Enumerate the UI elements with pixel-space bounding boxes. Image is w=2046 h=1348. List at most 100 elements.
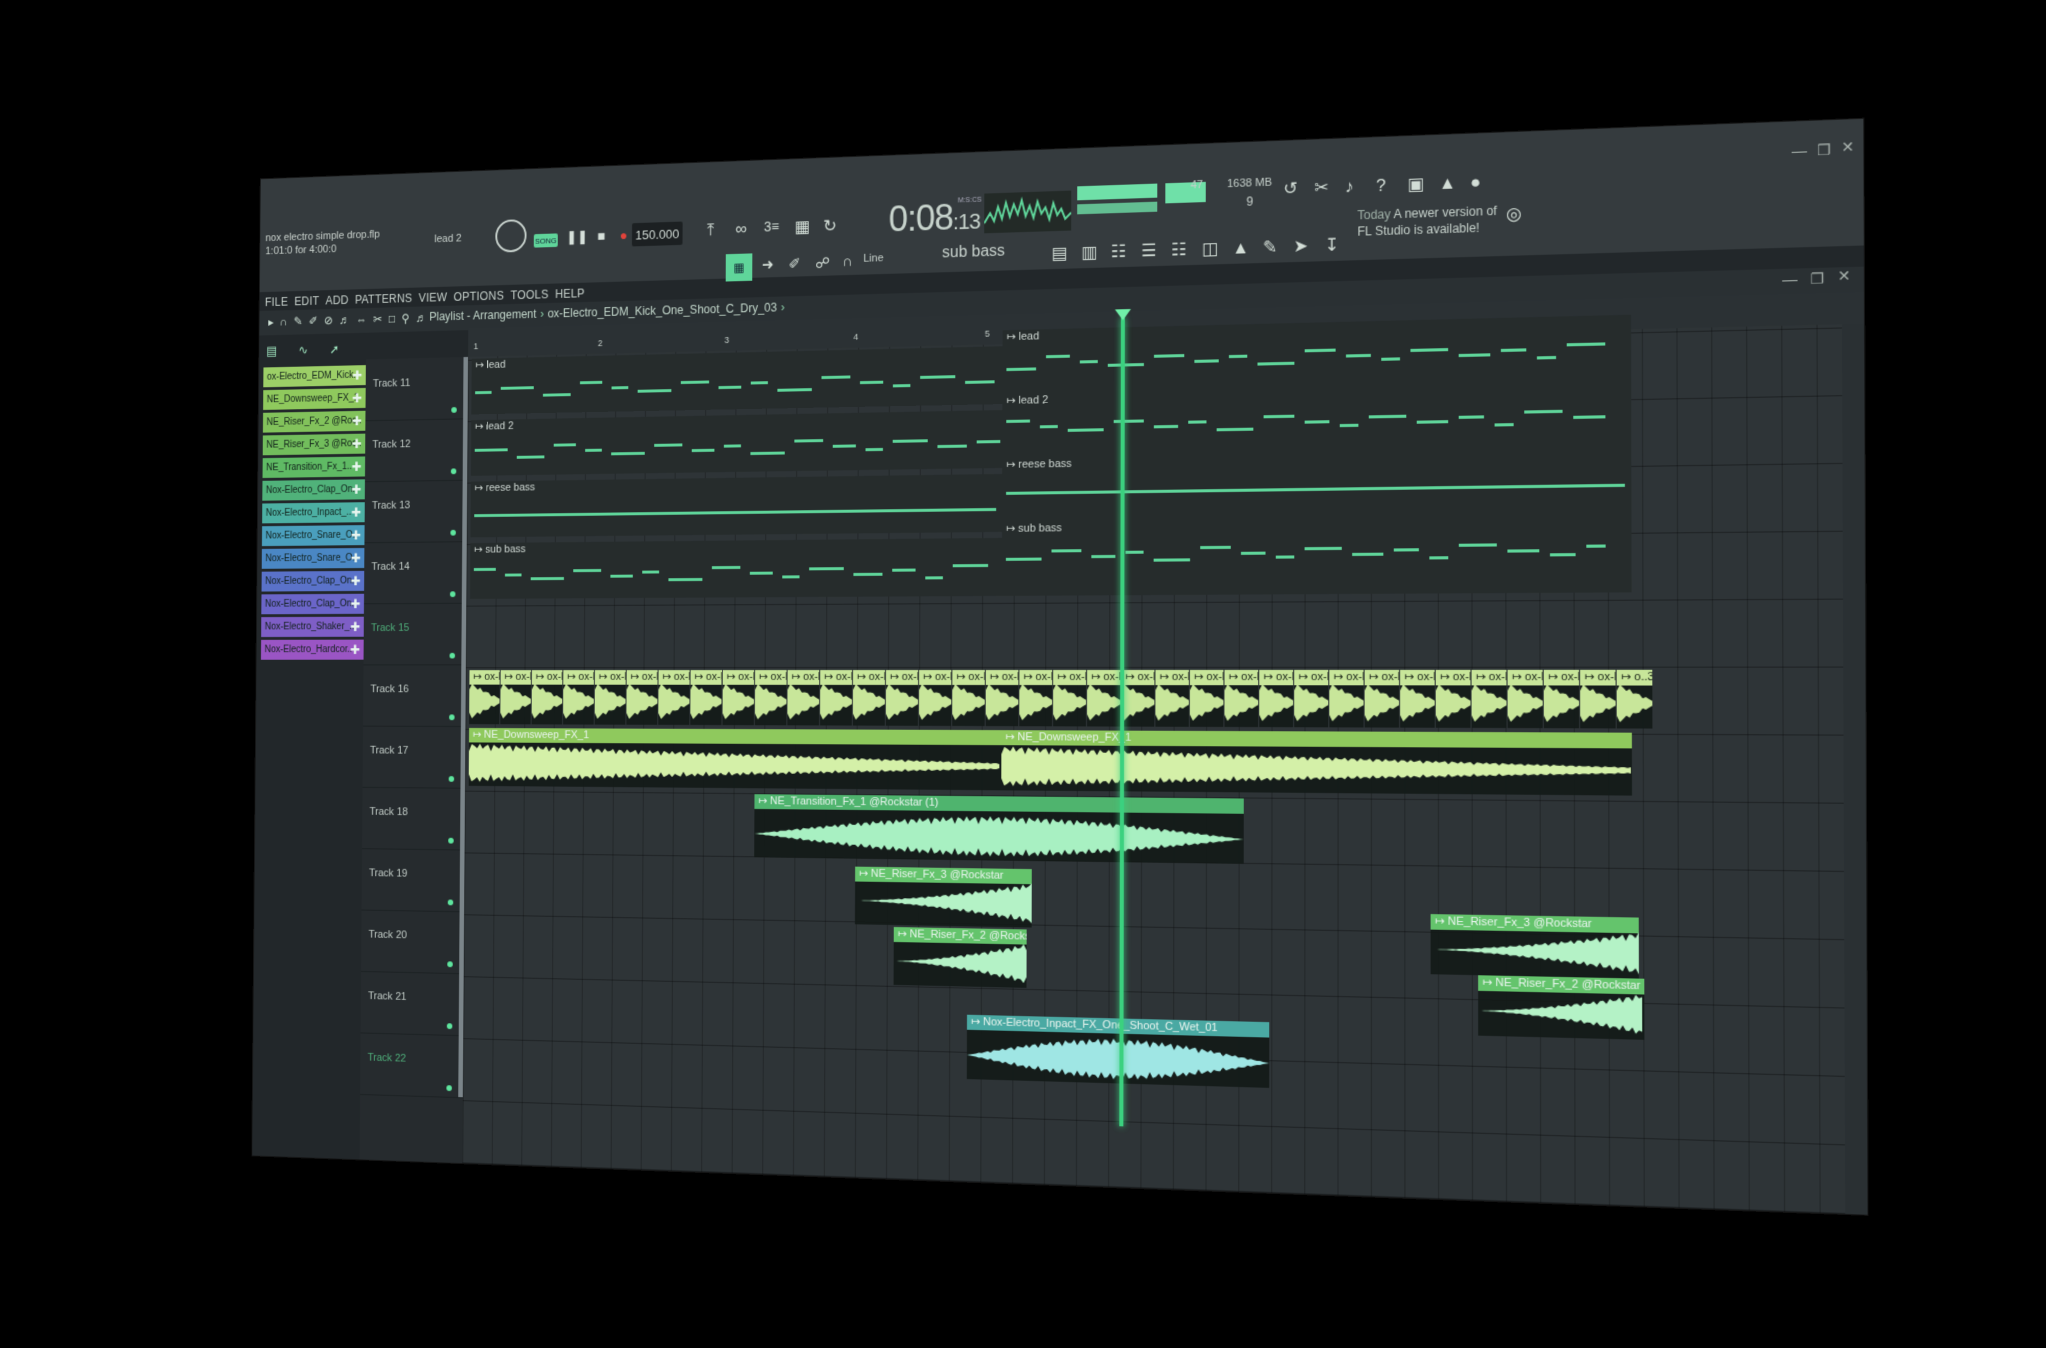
- kick-clip[interactable]: ↦ ox-E: [1435, 669, 1471, 728]
- slip-icon[interactable]: ⇔: [356, 313, 367, 327]
- add-icon[interactable]: ✚: [351, 502, 361, 522]
- track-mute-indicator[interactable]: [446, 1085, 452, 1092]
- close-icon[interactable]: ✕: [1841, 138, 1854, 156]
- kick-clip[interactable]: ↦ ox-E: [1507, 669, 1543, 729]
- riser-clip[interactable]: ↦ NE_Riser_Fx_3 @Rockstar: [1430, 914, 1639, 979]
- picker-audio-icon[interactable]: ∿: [298, 343, 308, 358]
- delete-icon[interactable]: ⊘: [324, 314, 333, 328]
- help-icon[interactable]: ?: [1376, 176, 1386, 197]
- chat-icon[interactable]: ●: [1470, 172, 1481, 193]
- tool-icon[interactable]: ✎: [1263, 237, 1278, 258]
- add-icon[interactable]: ✚: [352, 388, 362, 408]
- playlist-close-icon[interactable]: ✕: [1838, 267, 1851, 285]
- browser-icon[interactable]: ☷: [1171, 240, 1186, 261]
- kick-clip[interactable]: ↦ ox-E: [885, 670, 919, 726]
- kick-clip[interactable]: ↦ ox-E: [1189, 669, 1224, 727]
- kick-clip[interactable]: ↦ ox-E: [1400, 669, 1435, 728]
- playhead-marker-icon[interactable]: [1114, 309, 1131, 321]
- pause-icon[interactable]: ❚❚: [566, 225, 588, 249]
- track-header[interactable]: Track 19: [361, 848, 465, 913]
- track-header[interactable]: Track 11: [365, 356, 469, 422]
- add-icon[interactable]: ✚: [352, 411, 362, 431]
- riser-clip[interactable]: ↦ NE_Riser_Fx_3 @Rockstar: [854, 866, 1032, 928]
- piano-roll-icon[interactable]: ▥: [1081, 243, 1097, 264]
- pattern-clip[interactable]: ↦ lead: [471, 346, 1003, 415]
- menu-edit[interactable]: EDIT: [294, 294, 319, 308]
- wait-icon[interactable]: ∞: [735, 219, 747, 239]
- restore-icon[interactable]: ❐: [1817, 141, 1831, 159]
- kick-clip[interactable]: ↦ ox-E: [985, 669, 1019, 727]
- download-icon[interactable]: ↧: [1324, 235, 1339, 256]
- kick-clip[interactable]: ↦ ox-E: [469, 670, 500, 725]
- add-icon[interactable]: ✚: [352, 365, 362, 385]
- pattern-clip[interactable]: ↦ reese bass: [470, 473, 1003, 538]
- track-mute-indicator[interactable]: [446, 1023, 453, 1030]
- menu-tools[interactable]: TOOLS: [510, 288, 548, 303]
- song-mode-button[interactable]: SONG: [533, 233, 558, 248]
- kick-clip[interactable]: ↦ ox-E: [1019, 669, 1053, 727]
- pattern-clip[interactable]: ↦ sub bass: [470, 537, 1002, 599]
- track-mute-indicator[interactable]: [450, 529, 456, 536]
- picker-item[interactable]: NE_Downsweep_FX_1 ✚: [263, 387, 366, 410]
- picker-automation-icon[interactable]: ➚: [329, 342, 339, 357]
- picker-item[interactable]: Nox-Electro_Hardcor.. ✚: [260, 639, 364, 660]
- track-header[interactable]: Track 15: [363, 602, 467, 666]
- vertical-scrollbar[interactable]: [1841, 323, 1868, 1215]
- kick-clip[interactable]: ↦ ox-E: [626, 670, 658, 725]
- add-icon[interactable]: ✚: [352, 434, 362, 454]
- breadcrumb-clip[interactable]: ox-Electro_EDM_Kick_One_Shoot_C_Dry_03: [547, 301, 777, 321]
- picker-patterns-icon[interactable]: ▤: [266, 344, 277, 359]
- export-icon[interactable]: ▲: [1439, 173, 1457, 194]
- kick-clip[interactable]: ↦ ox-E: [1259, 669, 1294, 728]
- link-icon[interactable]: ☍: [815, 254, 830, 272]
- kick-clip[interactable]: ↦ ox-E: [1121, 669, 1155, 727]
- picker-item[interactable]: Nox-Electro_Snare_O.. ✚: [261, 525, 365, 547]
- kick-clip[interactable]: ↦ ox-E: [1155, 669, 1189, 727]
- speaker-icon[interactable]: ♬: [416, 311, 427, 325]
- kick-clip[interactable]: ↦ ox-E: [1086, 669, 1121, 727]
- step-edit-icon[interactable]: 3≡: [764, 218, 779, 234]
- picker-item[interactable]: Nox-Electro_Clap_On.. ✚: [261, 570, 365, 592]
- menu-add[interactable]: ADD: [325, 293, 348, 307]
- riser-clip[interactable]: ↦ NE_Riser_Fx_2 @Rockstar: [1478, 975, 1645, 1040]
- magnet-icon[interactable]: ∩: [842, 253, 852, 270]
- playlist-icon[interactable]: ▤: [1051, 244, 1067, 264]
- track-header[interactable]: Track 13: [364, 479, 468, 544]
- kick-clip[interactable]: ↦ ox-E: [918, 670, 952, 726]
- record-icon[interactable]: ●: [613, 223, 634, 247]
- picker-item[interactable]: Nox-Electro_Inpact_.. ✚: [262, 502, 365, 524]
- transition-clip[interactable]: ↦ NE_Transition_Fx_1 @Rockstar (1): [754, 794, 1244, 864]
- microphone-icon[interactable]: ♪: [1345, 177, 1354, 198]
- track-header[interactable]: Track 17: [362, 725, 466, 789]
- playlist-view-button[interactable]: ▦: [725, 253, 753, 282]
- picker-item[interactable]: NE_Riser_Fx_3 @Roc.. ✚: [262, 433, 366, 456]
- stop-icon[interactable]: ■: [591, 224, 612, 248]
- globe-icon[interactable]: ◎: [1506, 204, 1522, 225]
- kick-clip[interactable]: ↦ ox-E: [594, 670, 626, 725]
- cut-icon[interactable]: ✂: [1314, 178, 1329, 199]
- kick-clip[interactable]: ↦ ox-E: [658, 670, 690, 725]
- add-icon[interactable]: ✚: [352, 457, 362, 477]
- track-header[interactable]: Track 16: [363, 664, 466, 727]
- brush-icon[interactable]: ✐: [788, 255, 800, 273]
- downsweep-clip[interactable]: ↦ NE_Downsweep_FX_1: [1001, 730, 1632, 796]
- add-icon[interactable]: ✚: [351, 525, 361, 545]
- pattern-selector[interactable]: sub bass: [942, 237, 1040, 268]
- picker-item[interactable]: Nox-Electro_Shaker_.. ✚: [261, 616, 364, 638]
- picker-item[interactable]: ox-Electro_EDM_Kick.. ✚: [263, 365, 366, 388]
- downsweep-clip[interactable]: ↦ NE_Downsweep_FX_1: [468, 727, 1002, 791]
- picker-item[interactable]: Nox-Electro_Snare_O.. ✚: [261, 547, 365, 569]
- snap-magnet-icon[interactable]: ∩: [280, 315, 288, 328]
- track-mute-indicator[interactable]: [449, 652, 456, 659]
- menu-view[interactable]: VIEW: [419, 291, 448, 305]
- project-icon[interactable]: ◫: [1202, 239, 1218, 260]
- kick-clip[interactable]: ↦ ox-E: [952, 669, 985, 727]
- add-icon[interactable]: ✚: [351, 479, 361, 499]
- track-mute-indicator[interactable]: [448, 837, 454, 844]
- master-volume-knob[interactable]: [495, 219, 527, 253]
- snap-label[interactable]: Line: [863, 252, 883, 264]
- kick-clip[interactable]: ↦ ox-E: [1224, 669, 1259, 728]
- kick-clip[interactable]: ↦ ox-E: [754, 670, 787, 726]
- metronome-icon[interactable]: ⤒: [707, 220, 714, 240]
- draw-icon[interactable]: ✎: [294, 315, 303, 328]
